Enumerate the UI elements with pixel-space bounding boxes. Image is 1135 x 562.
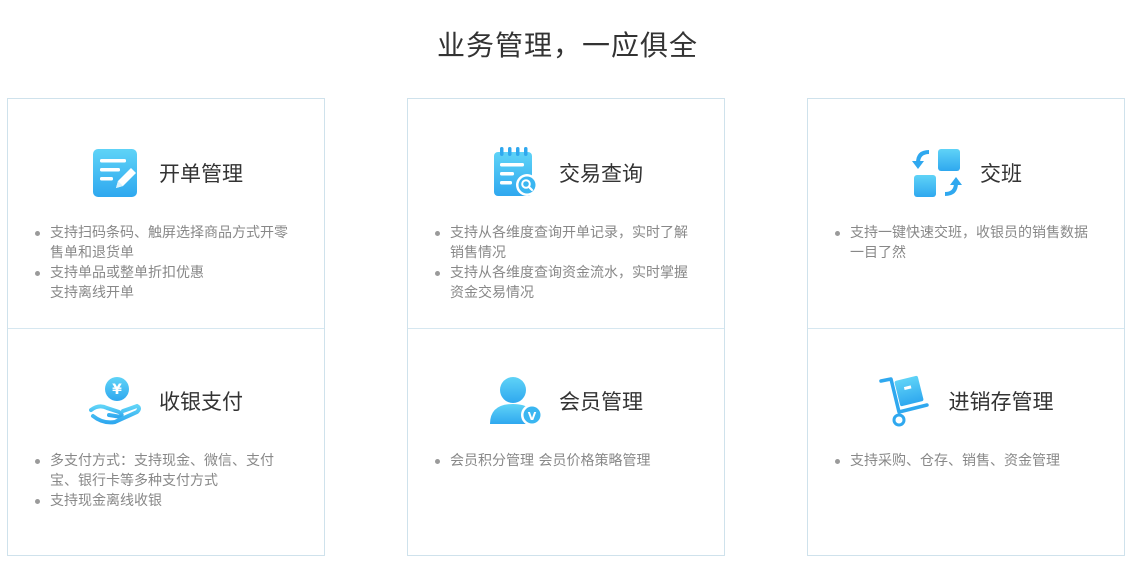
card-header: 交易查询 (408, 145, 724, 201)
list-item: 支持采购、仓存、销售、资金管理 (832, 451, 1094, 471)
feature-list: 支持扫码条码、触屏选择商品方式开零售单和退货单 支持单品或整单折扣优惠 支持离线… (32, 223, 294, 303)
feature-column-3: 交班 支持一键快速交班，收银员的销售数据一目了然 进销存管理 支持采购、仓存、销… (807, 98, 1125, 556)
feature-card-transaction-query[interactable]: 交易查询 支持从各维度查询开单记录，实时了解销售情况 支持从各维度查询资金流水，… (408, 99, 724, 329)
list-item: 支持从各维度查询资金流水，实时掌握资金交易情况 (432, 263, 694, 303)
card-header: 进销存管理 (808, 373, 1124, 429)
list-item: 支持单品或整单折扣优惠 (32, 263, 294, 283)
feature-card-inventory-management[interactable]: 进销存管理 支持采购、仓存、销售、资金管理 (808, 329, 1124, 558)
list-item: 支持一键快速交班，收银员的销售数据一目了然 (832, 223, 1094, 263)
feature-column-1: 开单管理 支持扫码条码、触屏选择商品方式开零售单和退货单 支持单品或整单折扣优惠… (7, 98, 325, 556)
svg-text:V: V (528, 410, 537, 423)
shift-exchange-icon (910, 146, 964, 200)
feature-list: 支持采购、仓存、销售、资金管理 (832, 451, 1094, 471)
svg-text:¥: ¥ (112, 382, 122, 398)
list-item: 支持离线开单 (50, 285, 134, 301)
card-title: 进销存管理 (948, 390, 1054, 414)
feature-card-order-management[interactable]: 开单管理 支持扫码条码、触屏选择商品方式开零售单和退货单 支持单品或整单折扣优惠… (8, 99, 324, 329)
card-header: ¥ 收银支付 (8, 373, 324, 429)
search-record-icon (489, 146, 543, 200)
edit-document-icon (89, 146, 143, 200)
page-title: 业务管理，一应俱全 (436, 29, 698, 62)
card-title: 开单管理 (159, 162, 243, 186)
feature-card-shift-handover[interactable]: 交班 支持一键快速交班，收银员的销售数据一目了然 (808, 99, 1124, 329)
inventory-cart-icon (878, 374, 933, 428)
card-header: V 会员管理 (408, 373, 724, 429)
feature-card-cashier-payment[interactable]: ¥ 收银支付 多支付方式：支持现金、微信、支付宝、银行卡等多种支付方式 支持现金… (8, 329, 324, 558)
feature-column-2: 交易查询 支持从各维度查询开单记录，实时了解销售情况 支持从各维度查询资金流水，… (407, 98, 725, 556)
yuan-payment-hand-icon: ¥ (89, 374, 143, 428)
feature-list: 支持一键快速交班，收银员的销售数据一目了然 (832, 223, 1094, 263)
list-item: 会员积分管理 会员价格策略管理 (432, 451, 694, 471)
card-header: 开单管理 (8, 145, 324, 201)
card-title: 交班 (980, 162, 1022, 186)
card-title: 交易查询 (559, 162, 643, 186)
card-title: 收银支付 (159, 390, 243, 414)
feature-list: 支持从各维度查询开单记录，实时了解销售情况 支持从各维度查询资金流水，实时掌握资… (432, 223, 694, 303)
list-item: 支持扫码条码、触屏选择商品方式开零售单和退货单 (32, 223, 294, 263)
list-item: 支持从各维度查询开单记录，实时了解销售情况 (432, 223, 694, 263)
member-icon: V (489, 374, 543, 428)
list-item: 多支付方式：支持现金、微信、支付宝、银行卡等多种支付方式 (32, 451, 294, 491)
card-header: 交班 (808, 145, 1124, 201)
feature-card-member-management[interactable]: V 会员管理 会员积分管理 会员价格策略管理 (408, 329, 724, 558)
feature-list: 会员积分管理 会员价格策略管理 (432, 451, 694, 471)
feature-list: 多支付方式：支持现金、微信、支付宝、银行卡等多种支付方式 支持现金离线收银 (32, 451, 294, 511)
card-title: 会员管理 (559, 390, 643, 414)
list-item: 支持现金离线收银 (32, 491, 294, 511)
